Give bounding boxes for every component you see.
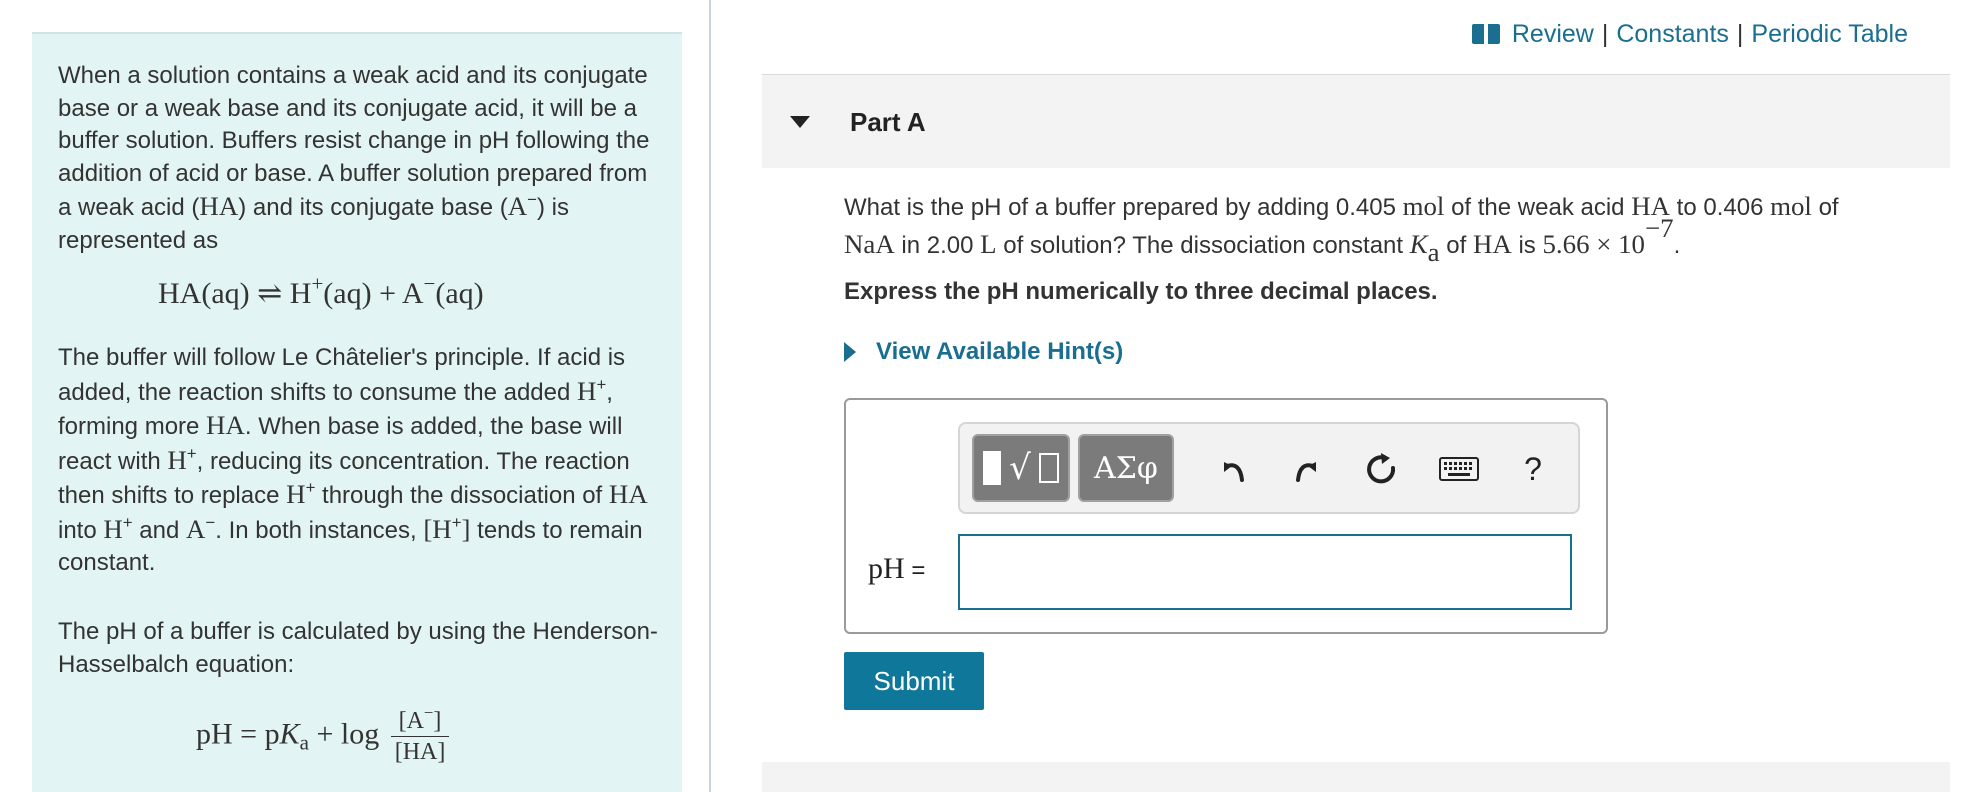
math-toolbar: √ ΑΣφ ? bbox=[958, 422, 1580, 514]
hh-fraction: [A−] [HA] bbox=[390, 704, 450, 767]
question-text: What is the pH of a buffer prepared by a… bbox=[844, 191, 1839, 268]
submit-button[interactable]: Submit bbox=[844, 652, 984, 710]
intro-paragraph-2: The buffer will follow Le Châtelier's pr… bbox=[58, 344, 648, 576]
next-section-band bbox=[762, 762, 1950, 792]
answer-box: √ ΑΣφ ? pH = bbox=[844, 398, 1608, 634]
undo-icon[interactable] bbox=[1210, 446, 1256, 492]
view-hints-link[interactable]: View Available Hint(s) bbox=[844, 338, 1123, 366]
reset-icon[interactable] bbox=[1358, 446, 1404, 492]
templates-icon: √ bbox=[983, 448, 1059, 488]
redo-icon[interactable] bbox=[1284, 446, 1330, 492]
intro-panel: When a solution contains a weak acid and… bbox=[32, 32, 682, 792]
ph-answer-input[interactable] bbox=[958, 534, 1572, 610]
column-divider bbox=[709, 0, 711, 792]
instruction-text: Express the pH numerically to three deci… bbox=[844, 278, 1438, 305]
periodic-table-link[interactable]: Periodic Table bbox=[1751, 20, 1908, 49]
math-ha: HA bbox=[199, 191, 239, 221]
help-icon[interactable]: ? bbox=[1510, 446, 1556, 492]
intro-paragraph-1: When a solution contains a weak acid and… bbox=[58, 62, 650, 254]
henderson-hasselbalch-equation: pH = pKa + log [A−] [HA] bbox=[196, 704, 450, 767]
hint-label: View Available Hint(s) bbox=[876, 338, 1124, 365]
math-a-minus: A bbox=[507, 191, 528, 221]
book-icon bbox=[1471, 23, 1500, 46]
resource-links: Review | Constants | Periodic Table bbox=[1471, 20, 1908, 49]
part-title: Part A bbox=[850, 107, 926, 137]
review-link[interactable]: Review bbox=[1512, 20, 1594, 49]
hint-triangle-icon bbox=[844, 342, 856, 362]
templates-button[interactable]: √ bbox=[972, 434, 1070, 502]
answer-label: pH = bbox=[868, 552, 926, 585]
caret-down-icon[interactable] bbox=[790, 116, 810, 128]
intro-paragraph-3: The pH of a buffer is calculated by usin… bbox=[58, 618, 658, 678]
constants-link[interactable]: Constants bbox=[1616, 20, 1729, 49]
symbols-button[interactable]: ΑΣφ bbox=[1078, 434, 1174, 502]
intro-text-1b: ) and its conjugate base ( bbox=[238, 194, 508, 221]
part-a-header[interactable]: Part A bbox=[762, 74, 1950, 168]
keyboard-icon[interactable] bbox=[1436, 446, 1482, 492]
equilibrium-equation: HA(aq) ⇌ H+(aq) + A−(aq) bbox=[158, 271, 484, 310]
